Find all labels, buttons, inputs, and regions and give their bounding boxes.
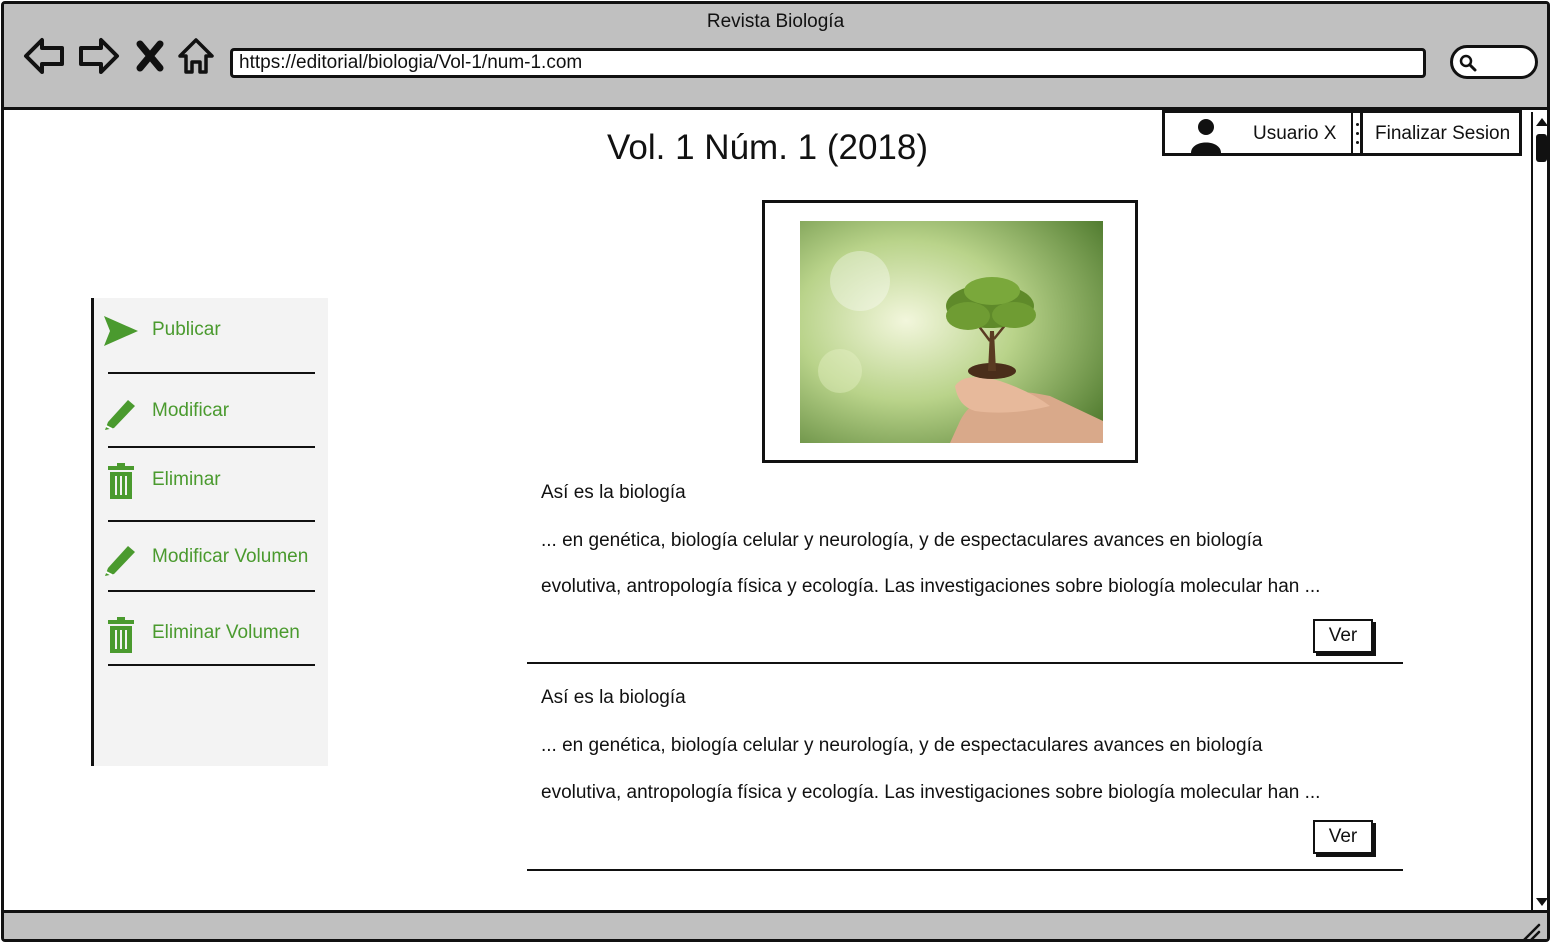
article-divider xyxy=(527,662,1403,664)
article-title: Así es la biología xyxy=(541,687,686,708)
view-article-button[interactable]: Ver xyxy=(1313,820,1373,854)
user-info[interactable]: Usuario X xyxy=(1165,113,1353,153)
search-box[interactable] xyxy=(1450,45,1538,79)
user-name: Usuario X xyxy=(1253,123,1337,144)
forward-icon[interactable] xyxy=(77,34,121,78)
article-card: Así es la biología ... en genética, biol… xyxy=(541,482,1411,653)
trash-icon xyxy=(108,617,134,653)
page-title: Vol. 1 Núm. 1 (2018) xyxy=(607,128,928,167)
article-card: Así es la biología ... en genética, biol… xyxy=(541,687,1411,857)
sidebar-divider xyxy=(108,446,315,448)
close-icon[interactable] xyxy=(132,34,168,78)
article-excerpt-line: ... en genética, biología celular y neur… xyxy=(541,530,1263,551)
article-divider xyxy=(527,869,1403,871)
sidebar-item-label: Eliminar Volumen xyxy=(152,622,300,643)
cover-image xyxy=(800,221,1103,443)
scroll-thumb[interactable] xyxy=(1536,134,1547,162)
home-icon[interactable] xyxy=(174,34,218,78)
vertical-scrollbar[interactable] xyxy=(1531,112,1547,912)
cover-frame xyxy=(762,200,1138,463)
pencil-icon xyxy=(105,400,135,430)
scroll-up-icon[interactable] xyxy=(1536,118,1547,126)
user-icon xyxy=(1191,119,1221,153)
sidebar: Publicar Modificar Eliminar Modificar Vo… xyxy=(91,298,328,766)
article-excerpt-line: ... en genética, biología celular y neur… xyxy=(541,735,1263,756)
send-icon xyxy=(104,316,138,346)
article-excerpt-line: evolutiva, antropología física y ecologí… xyxy=(541,782,1321,803)
sidebar-divider xyxy=(108,664,315,666)
user-menu-divider xyxy=(1353,113,1363,153)
sidebar-divider xyxy=(108,372,315,374)
article-title: Así es la biología xyxy=(541,482,686,503)
sidebar-item-publicar[interactable]: Publicar xyxy=(102,312,327,362)
url-bar[interactable] xyxy=(230,48,1426,78)
tree-in-hands-image xyxy=(800,221,1103,443)
sidebar-item-label: Modificar Volumen xyxy=(152,546,309,567)
trash-icon xyxy=(108,463,134,499)
sidebar-item-eliminar[interactable]: Eliminar xyxy=(102,462,327,512)
sidebar-item-label: Modificar xyxy=(152,400,230,421)
sidebar-item-modificar[interactable]: Modificar xyxy=(102,394,327,444)
user-panel: Usuario X Finalizar Sesion xyxy=(1162,110,1522,156)
article-excerpt-line: evolutiva, antropología física y ecologí… xyxy=(541,576,1321,597)
sidebar-divider xyxy=(108,520,315,522)
pencil-icon xyxy=(105,546,135,576)
sidebar-divider xyxy=(108,590,315,592)
logout-button[interactable]: Finalizar Sesion xyxy=(1363,113,1519,153)
sidebar-item-modificar-volumen[interactable]: Modificar Volumen xyxy=(102,540,327,590)
sidebar-item-label: Eliminar xyxy=(152,469,221,490)
window-title: Revista Biología xyxy=(706,11,845,32)
search-icon xyxy=(1459,54,1477,72)
sidebar-item-eliminar-volumen[interactable]: Eliminar Volumen xyxy=(102,616,327,666)
resize-grip-icon[interactable] xyxy=(1519,921,1541,942)
status-bar xyxy=(4,910,1547,942)
browser-chrome: Revista Biología xyxy=(4,4,1547,110)
view-article-button[interactable]: Ver xyxy=(1313,619,1373,653)
back-icon[interactable] xyxy=(22,34,66,78)
sidebar-item-label: Publicar xyxy=(152,319,221,340)
scroll-down-icon[interactable] xyxy=(1536,898,1547,906)
